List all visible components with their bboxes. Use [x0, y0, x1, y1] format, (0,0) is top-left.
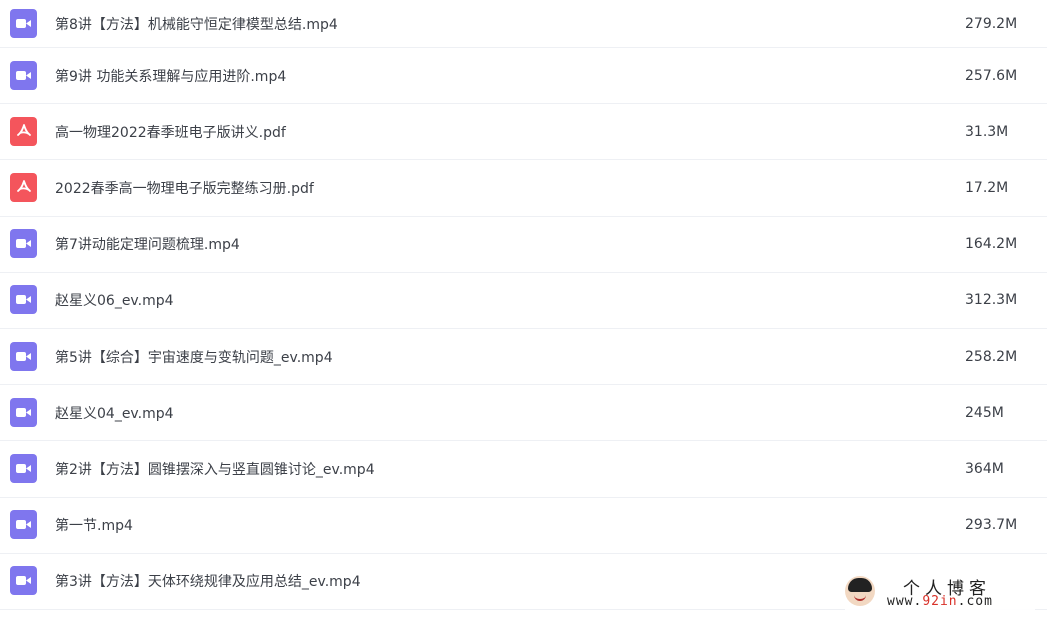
file-name: 赵星义06_ev.mp4	[55, 293, 174, 310]
file-size: 245M	[965, 404, 1004, 421]
file-row[interactable]: 第2讲【方法】圆锥摆深入与竖直圆锥讨论_ev.mp4 364M	[0, 441, 1047, 498]
file-size: 164.2M	[965, 236, 1018, 253]
avatar-icon	[845, 576, 875, 606]
video-file-icon	[10, 60, 37, 90]
video-file-icon	[10, 229, 37, 259]
file-name: 第5讲【综合】宇宙速度与变轨问题_ev.mp4	[55, 349, 333, 366]
file-row[interactable]: 赵星义04_ev.mp4 245M	[0, 385, 1047, 442]
watermark-url: www.92in.com	[887, 594, 993, 609]
file-row[interactable]: 第5讲【综合】宇宙速度与变轨问题_ev.mp4 258.2M	[0, 329, 1047, 386]
file-size: 364M	[965, 460, 1004, 477]
file-row[interactable]: 第9讲 功能关系理解与应用进阶.mp4 257.6M	[0, 48, 1047, 105]
video-file-icon	[10, 285, 37, 315]
video-file-icon	[10, 453, 37, 483]
file-name: 第7讲动能定理问题梳理.mp4	[55, 237, 240, 254]
file-list: 第8讲【方法】机械能守恒定律模型总结.mp4 279.2M 第9讲 功能关系理解…	[0, 0, 1047, 618]
file-name: 第8讲【方法】机械能守恒定律模型总结.mp4	[55, 16, 338, 33]
file-name: 高一物理2022春季班电子版讲义.pdf	[55, 124, 286, 141]
file-size: 279.2M	[965, 15, 1018, 32]
file-row[interactable]: 赵星义06_ev.mp4 312.3M	[0, 273, 1047, 329]
pdf-file-icon	[10, 172, 37, 202]
file-size: 312.3M	[965, 292, 1018, 309]
video-file-icon	[10, 566, 37, 596]
video-file-icon	[10, 397, 37, 427]
file-size: 293.7M	[965, 517, 1018, 534]
file-size: 257.6M	[965, 67, 1018, 84]
file-name: 2022春季高一物理电子版完整练习册.pdf	[55, 180, 314, 197]
file-size: 31.3M	[965, 123, 1009, 140]
video-file-icon	[10, 510, 37, 540]
watermark: 个人博客 www.92in.com	[845, 572, 1035, 612]
file-name: 第9讲 功能关系理解与应用进阶.mp4	[55, 68, 287, 85]
file-name: 第一节.mp4	[55, 518, 133, 535]
file-row[interactable]: 第8讲【方法】机械能守恒定律模型总结.mp4 279.2M	[0, 0, 1047, 48]
file-size: 258.2M	[965, 348, 1018, 365]
file-row[interactable]: 第一节.mp4 293.7M	[0, 498, 1047, 554]
file-row[interactable]: 第7讲动能定理问题梳理.mp4 164.2M	[0, 217, 1047, 273]
file-name: 第2讲【方法】圆锥摆深入与竖直圆锥讨论_ev.mp4	[55, 461, 375, 478]
video-file-icon	[10, 341, 37, 371]
file-row[interactable]: 高一物理2022春季班电子版讲义.pdf 31.3M	[0, 104, 1047, 161]
pdf-file-icon	[10, 116, 37, 146]
video-file-icon	[10, 8, 37, 38]
file-name: 第3讲【方法】天体环绕规律及应用总结_ev.mp4	[55, 574, 361, 591]
file-name: 赵星义04_ev.mp4	[55, 405, 174, 422]
file-size: 17.2M	[965, 179, 1009, 196]
file-row[interactable]: 2022春季高一物理电子版完整练习册.pdf 17.2M	[0, 160, 1047, 217]
